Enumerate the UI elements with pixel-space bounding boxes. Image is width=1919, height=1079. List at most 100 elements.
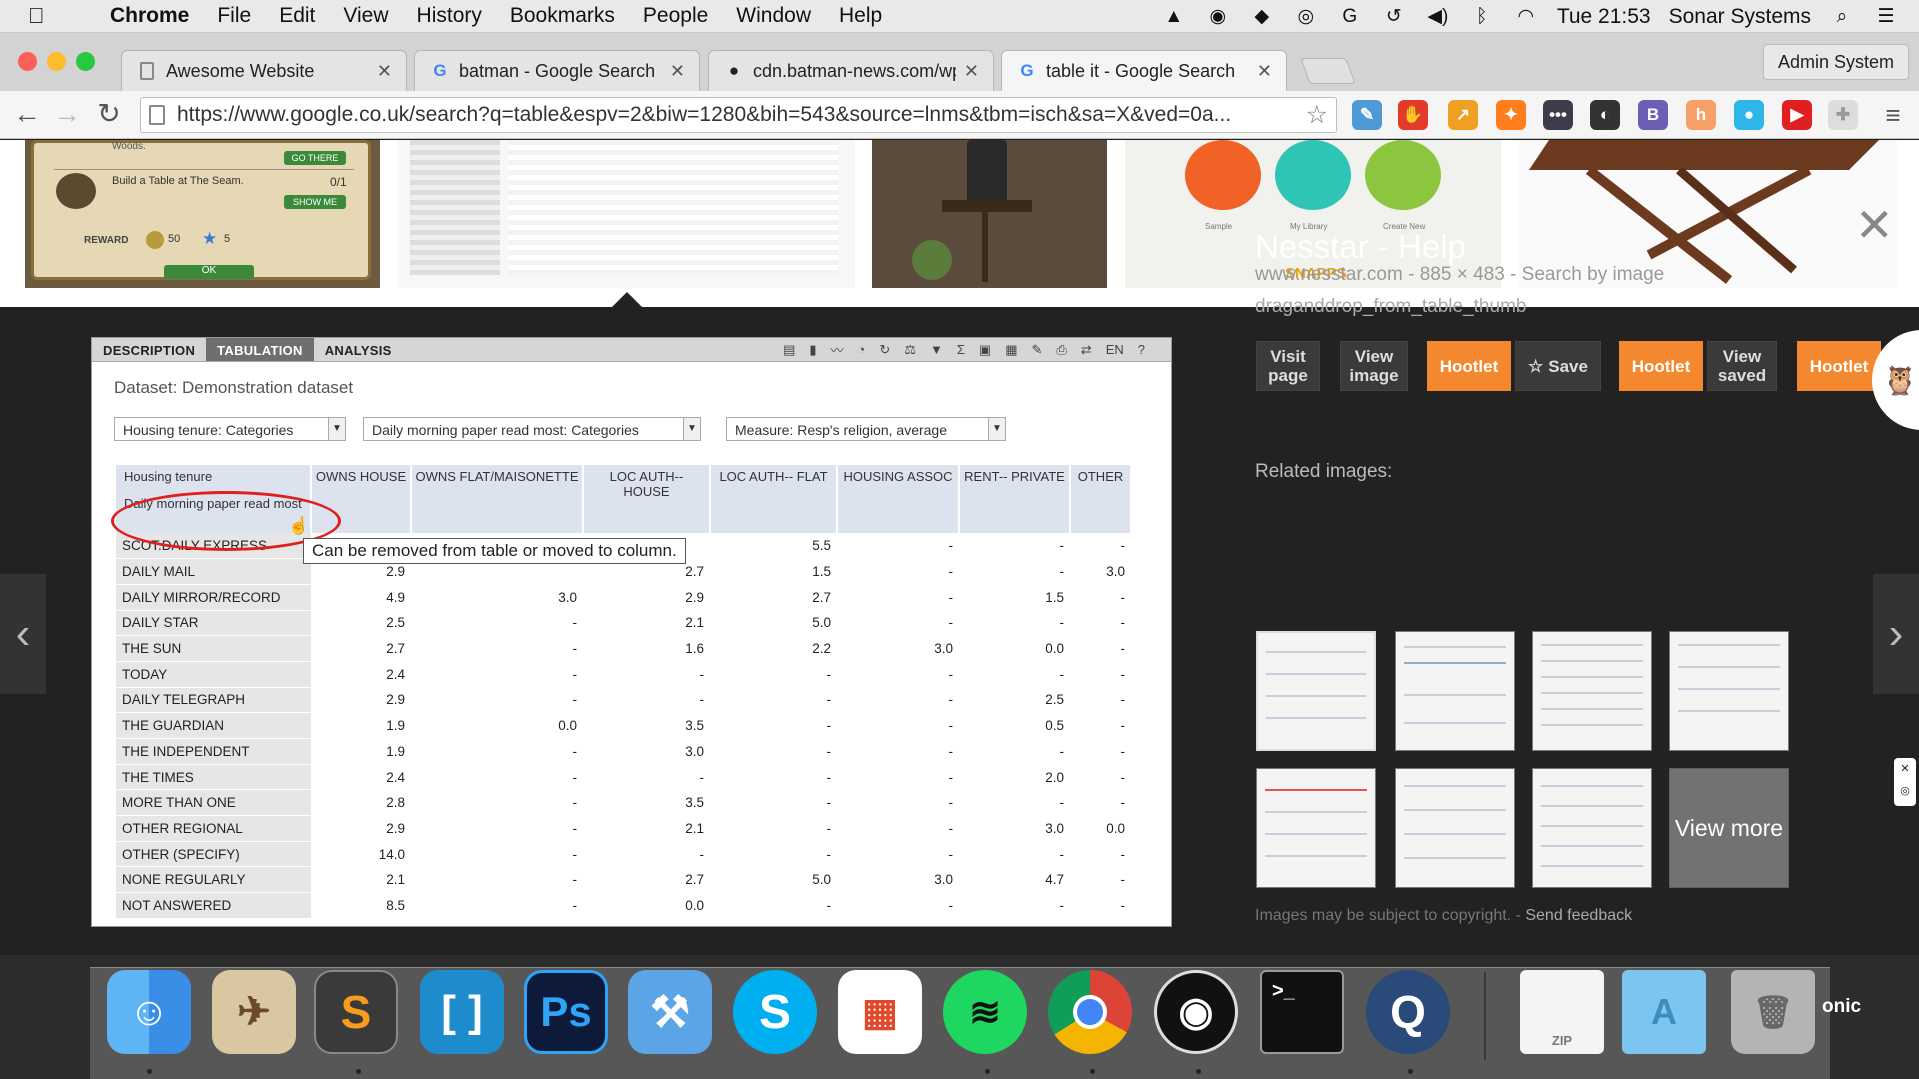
tab-table-it-search[interactable]: G table it - Google Search ✕: [1001, 50, 1287, 91]
view-image-button[interactable]: View image: [1340, 341, 1408, 391]
preview-image-nesstar[interactable]: DESCRIPTION TABULATION ANALYSIS ▤ ▮ 〰 ◔ …: [91, 337, 1172, 927]
row-label[interactable]: MORE THAN ONE: [116, 789, 311, 817]
chevron-down-icon[interactable]: ▼: [683, 418, 700, 440]
related-image[interactable]: [1395, 631, 1515, 751]
eyedropper-extension-icon[interactable]: ✎: [1352, 100, 1382, 130]
hootlet-button[interactable]: Hootlet: [1619, 341, 1703, 391]
column-header[interactable]: LOC AUTH-- FLAT: [710, 465, 838, 533]
line-chart-icon[interactable]: 〰: [831, 340, 844, 359]
menu-edit[interactable]: Edit: [279, 4, 315, 28]
address-bar[interactable]: https://www.google.co.uk/search?q=table&…: [140, 97, 1337, 133]
video-extension-icon[interactable]: ▶: [1782, 100, 1812, 130]
analytics-extension-icon[interactable]: ↗: [1448, 100, 1478, 130]
row-label[interactable]: NOT ANSWERED: [116, 892, 311, 919]
bar-chart-icon[interactable]: ▮: [809, 342, 816, 358]
filter-icon[interactable]: ▼: [930, 342, 943, 357]
row-label[interactable]: TODAY: [116, 661, 311, 688]
row-label[interactable]: THE INDEPENDENT: [116, 738, 311, 765]
related-image[interactable]: [1256, 631, 1376, 751]
preview-meta[interactable]: www.nesstar.com - 885 × 483 - Search by …: [1255, 264, 1664, 286]
menu-window[interactable]: Window: [736, 4, 811, 28]
menu-people[interactable]: People: [643, 4, 708, 28]
result-thumbnail-table[interactable]: [398, 140, 855, 288]
bookmark-star-icon[interactable]: ☆: [1306, 100, 1328, 130]
window-zoom-button[interactable]: [76, 52, 95, 71]
next-image-arrow-icon[interactable]: ›: [1873, 574, 1919, 694]
edit-icon[interactable]: ✎: [1031, 342, 1042, 358]
view-more-button[interactable]: View more: [1669, 768, 1789, 888]
row-label[interactable]: THE GUARDIAN: [116, 712, 311, 739]
tab-analysis[interactable]: ANALYSIS: [314, 338, 403, 361]
volume-icon[interactable]: ◀): [1425, 5, 1451, 28]
menu-history[interactable]: History: [417, 4, 482, 28]
tab-close-icon[interactable]: ✕: [1257, 61, 1272, 82]
obs-icon[interactable]: ◉: [1154, 970, 1238, 1054]
owl-extension-icon[interactable]: ◐: [1590, 100, 1620, 130]
adblock-extension-icon[interactable]: ✋: [1398, 100, 1428, 130]
skype-icon[interactable]: S: [733, 970, 817, 1054]
related-image[interactable]: [1532, 768, 1652, 888]
column-header[interactable]: LOC AUTH-- HOUSE: [583, 465, 711, 533]
related-image[interactable]: [1256, 768, 1376, 888]
reload-icon[interactable]: ↻: [94, 99, 124, 129]
xcode-icon[interactable]: ⚒: [628, 970, 712, 1054]
tab-close-icon[interactable]: ✕: [964, 61, 979, 82]
page-info-icon[interactable]: [149, 105, 165, 125]
column-header[interactable]: RENT-- PRIVATE: [959, 465, 1071, 533]
row-label[interactable]: DAILY TELEGRAPH: [116, 687, 311, 714]
column-header[interactable]: OWNS FLAT/MAISONETTE: [411, 465, 584, 533]
brackets-icon[interactable]: [ ]: [420, 970, 504, 1054]
photoshop-icon[interactable]: Ps: [524, 970, 608, 1054]
preview-title[interactable]: Nesstar - Help: [1255, 228, 1466, 266]
row-label[interactable]: OTHER (SPECIFY): [116, 841, 311, 868]
row-header-top[interactable]: Housing tenure: [124, 469, 308, 484]
sublime-text-icon[interactable]: S: [314, 970, 398, 1054]
window-close-button[interactable]: [18, 52, 37, 71]
preview-app-icon[interactable]: ✈: [212, 970, 296, 1054]
pie-icon[interactable]: ◔: [858, 342, 866, 357]
row-label[interactable]: THE SUN: [116, 635, 311, 662]
chevron-down-icon[interactable]: ▼: [988, 418, 1005, 440]
row-label[interactable]: THE TIMES: [116, 764, 311, 791]
spotlight-search-icon[interactable]: ⌕: [1829, 6, 1855, 28]
bluetooth-icon[interactable]: ᛒ: [1469, 6, 1495, 28]
row-label[interactable]: DAILY STAR: [116, 610, 311, 637]
grammarly-icon[interactable]: G: [1337, 6, 1363, 28]
drop-extension-icon[interactable]: ●: [1734, 100, 1764, 130]
column-variable-select[interactable]: Daily morning paper read most: Categorie…: [363, 417, 701, 441]
applications-folder-icon[interactable]: A: [1622, 970, 1706, 1054]
hootlet-button[interactable]: Hootlet: [1797, 341, 1881, 391]
menu-help[interactable]: Help: [839, 4, 882, 28]
language-label[interactable]: EN: [1106, 342, 1124, 357]
swap-icon[interactable]: ⇄: [1081, 342, 1092, 358]
related-image[interactable]: [1395, 768, 1515, 888]
help-icon[interactable]: ?: [1138, 342, 1145, 357]
obs-tray-icon[interactable]: ◉: [1205, 5, 1231, 28]
menu-app-name[interactable]: Chrome: [110, 4, 189, 28]
misc-extension-icon[interactable]: ✚: [1828, 100, 1858, 130]
column-header[interactable]: OTHER: [1070, 465, 1132, 533]
related-image[interactable]: [1532, 631, 1652, 751]
measure-select[interactable]: Measure: Resp's religion, average ▼: [726, 417, 1006, 441]
chrome-menu-icon[interactable]: ≡: [1878, 100, 1908, 130]
quicktime-icon[interactable]: Q: [1366, 970, 1450, 1054]
tab-close-icon[interactable]: ✕: [670, 61, 685, 82]
fire-extension-icon[interactable]: ✦: [1496, 100, 1526, 130]
evernote-icon[interactable]: ◆: [1249, 5, 1275, 28]
spotify-icon[interactable]: ≋: [943, 970, 1027, 1054]
row-label[interactable]: DAILY MAIL: [116, 558, 311, 585]
refresh-icon[interactable]: ↻: [879, 342, 890, 358]
result-thumbnail-game[interactable]: Woods. GO THERE Build a Table at The Sea…: [25, 140, 380, 288]
table-view-icon[interactable]: ▤: [783, 342, 795, 358]
back-arrow-icon[interactable]: ←: [12, 99, 42, 129]
menu-bookmarks[interactable]: Bookmarks: [510, 4, 615, 28]
sidebar-widget-icon[interactable]: ✕ ◎: [1894, 758, 1916, 806]
tab-batman-search[interactable]: G batman - Google Search ✕: [414, 50, 700, 91]
time-machine-icon[interactable]: ↺: [1381, 5, 1407, 28]
finder-icon[interactable]: ☺: [107, 970, 191, 1054]
row-label[interactable]: OTHER REGIONAL: [116, 815, 311, 842]
row-label[interactable]: NONE REGULARLY: [116, 866, 311, 894]
tab-awesome-website[interactable]: Awesome Website ✕: [121, 50, 407, 91]
export-icon[interactable]: ▦: [1005, 342, 1017, 358]
profile-button[interactable]: Admin System: [1762, 44, 1909, 80]
